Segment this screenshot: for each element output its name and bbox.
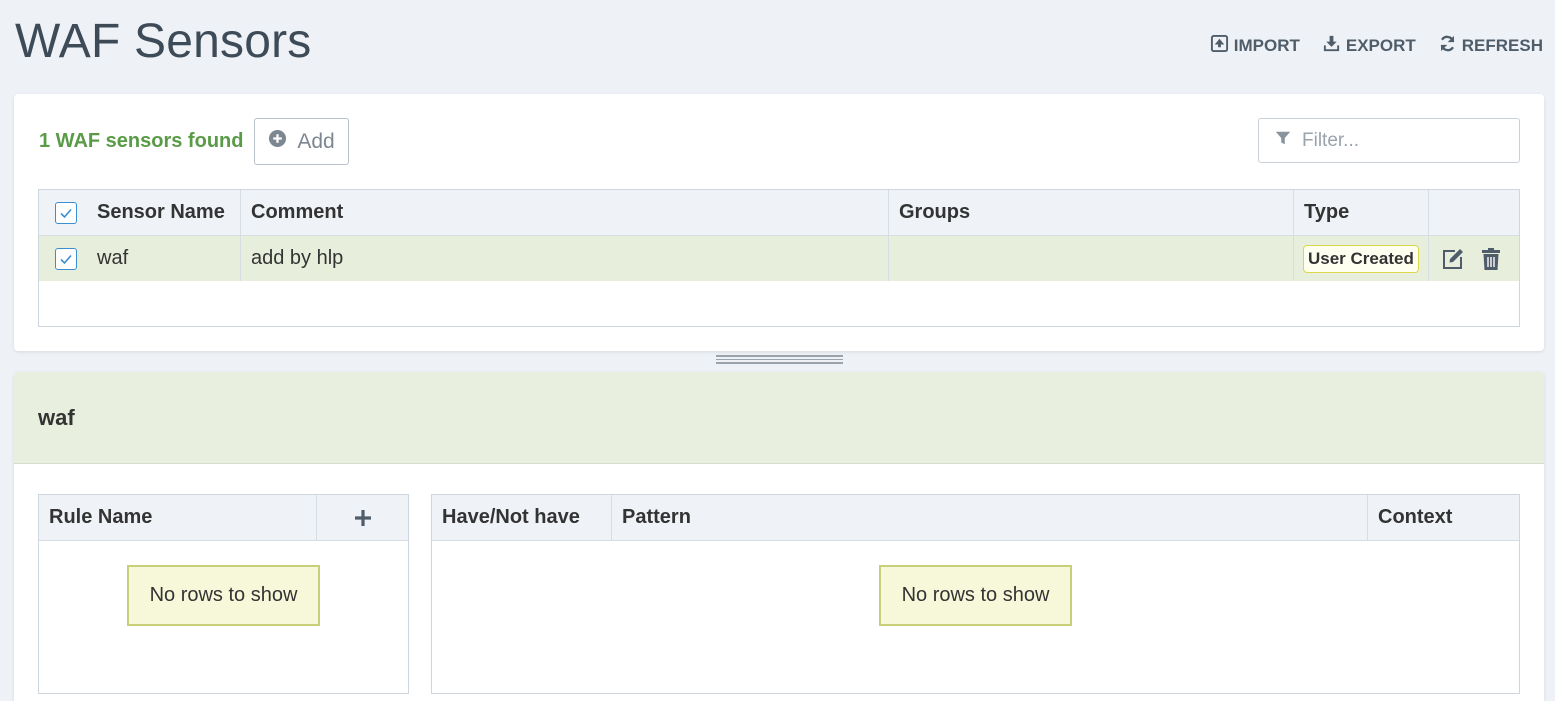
import-button[interactable]: IMPORT — [1210, 34, 1300, 58]
column-header-have-not-have[interactable]: Have/Not have — [432, 495, 612, 540]
import-label: IMPORT — [1233, 36, 1300, 55]
column-header-rule-name[interactable]: Rule Name — [39, 495, 317, 540]
add-rule-button[interactable] — [317, 495, 408, 540]
cell-comment: add by hlp — [241, 236, 889, 281]
trash-icon[interactable] — [1477, 245, 1505, 273]
edit-icon[interactable] — [1439, 245, 1467, 273]
panel-resize-handle[interactable] — [716, 355, 843, 364]
plus-circle-icon — [268, 129, 287, 154]
top-actions: IMPORT EXPORT REFRESH — [1210, 34, 1543, 58]
export-label: EXPORT — [1345, 36, 1416, 55]
filter-box — [1258, 118, 1520, 163]
column-header-actions — [1429, 190, 1519, 235]
column-label-sensor-name: Sensor Name — [97, 201, 225, 223]
import-icon — [1210, 34, 1229, 58]
export-button[interactable]: EXPORT — [1322, 34, 1416, 58]
select-all-checkbox[interactable] — [55, 201, 77, 224]
column-header-groups[interactable]: Groups — [889, 190, 1294, 235]
sensors-table: Sensor Name Comment Groups Type waf add … — [38, 189, 1520, 327]
sensors-found-count: 1 WAF sensors found — [39, 130, 244, 152]
cell-actions — [1429, 236, 1519, 281]
add-label: Add — [297, 129, 335, 153]
refresh-button[interactable]: REFRESH — [1438, 34, 1543, 58]
sensors-panel: 1 WAF sensors found Add Sensor Name Comm… — [14, 94, 1544, 351]
sensors-table-header: Sensor Name Comment Groups Type — [39, 190, 1519, 236]
column-header-pattern[interactable]: Pattern — [612, 495, 1368, 540]
rules-table: Rule Name No rows to show — [38, 494, 409, 694]
add-sensor-button[interactable]: Add — [254, 118, 349, 165]
plus-icon — [354, 509, 371, 526]
rules-empty-message: No rows to show — [127, 565, 320, 626]
column-header-context[interactable]: Context — [1368, 495, 1519, 540]
column-header-type[interactable]: Type — [1294, 190, 1429, 235]
patterns-table: Have/Not have Pattern Context No rows to… — [431, 494, 1520, 694]
checkbox-icon — [60, 208, 72, 218]
sensor-detail-panel: waf Rule Name No rows to show Have/Not h… — [14, 372, 1544, 701]
refresh-label: REFRESH — [1461, 36, 1543, 55]
row-checkbox[interactable] — [55, 247, 77, 270]
type-badge: User Created — [1303, 244, 1419, 273]
page-title: WAF Sensors — [15, 15, 312, 68]
column-header-sensor-name[interactable]: Sensor Name — [39, 190, 241, 235]
filter-input[interactable] — [1302, 129, 1502, 152]
refresh-icon — [1438, 34, 1457, 58]
column-header-comment[interactable]: Comment — [241, 190, 889, 235]
patterns-empty-message: No rows to show — [879, 565, 1072, 626]
patterns-table-header: Have/Not have Pattern Context — [432, 495, 1519, 541]
cell-sensor-name: waf — [39, 236, 241, 281]
sensor-detail-title: waf — [14, 372, 1544, 464]
cell-groups — [889, 236, 1294, 281]
table-row[interactable]: waf add by hlp User Created — [39, 236, 1519, 281]
rules-table-header: Rule Name — [39, 495, 408, 541]
filter-icon — [1274, 129, 1292, 152]
checkbox-icon — [60, 254, 72, 264]
sensor-name: waf — [97, 247, 129, 269]
export-icon — [1322, 34, 1341, 58]
cell-type: User Created — [1294, 236, 1429, 281]
